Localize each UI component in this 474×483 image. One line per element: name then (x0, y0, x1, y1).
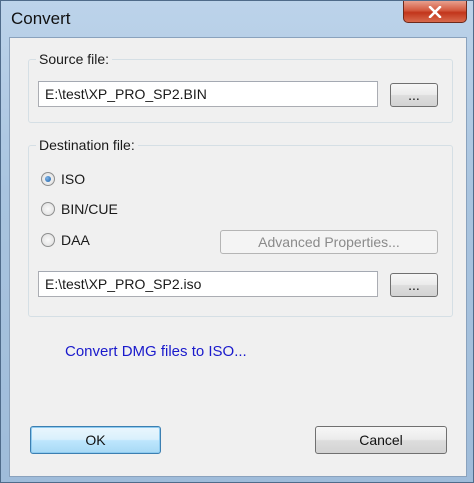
daa-radio[interactable] (41, 233, 55, 247)
title-bar: Convert (1, 1, 473, 37)
bincue-radio[interactable] (41, 202, 55, 216)
window-title: Convert (11, 9, 71, 28)
destination-file-input[interactable]: E:\test\XP_PRO_SP2.iso (38, 271, 378, 297)
advanced-properties-button[interactable]: Advanced Properties... (220, 230, 438, 254)
source-file-input[interactable]: E:\test\XP_PRO_SP2.BIN (38, 81, 378, 107)
bincue-label: BIN/CUE (61, 201, 118, 217)
dialog-body: Source file: E:\test\XP_PRO_SP2.BIN ... … (9, 37, 467, 477)
convert-dmg-link[interactable]: Convert DMG files to ISO... (65, 343, 247, 360)
source-browse-button[interactable]: ... (390, 83, 438, 107)
ok-button[interactable]: OK (30, 426, 161, 454)
daa-label: DAA (61, 232, 90, 248)
format-option-iso[interactable]: ISO (41, 171, 85, 187)
destination-browse-button[interactable]: ... (390, 273, 438, 297)
close-icon (428, 5, 442, 18)
destination-file-label: Destination file: (36, 137, 138, 153)
convert-dialog: Convert Source file: E:\test\XP_PRO_SP2.… (0, 0, 474, 483)
source-file-label: Source file: (36, 51, 113, 67)
iso-radio[interactable] (41, 172, 55, 186)
format-option-daa[interactable]: DAA (41, 232, 90, 248)
format-option-bincue[interactable]: BIN/CUE (41, 201, 118, 217)
close-button[interactable] (403, 1, 467, 23)
cancel-button[interactable]: Cancel (315, 426, 447, 454)
iso-label: ISO (61, 171, 86, 187)
